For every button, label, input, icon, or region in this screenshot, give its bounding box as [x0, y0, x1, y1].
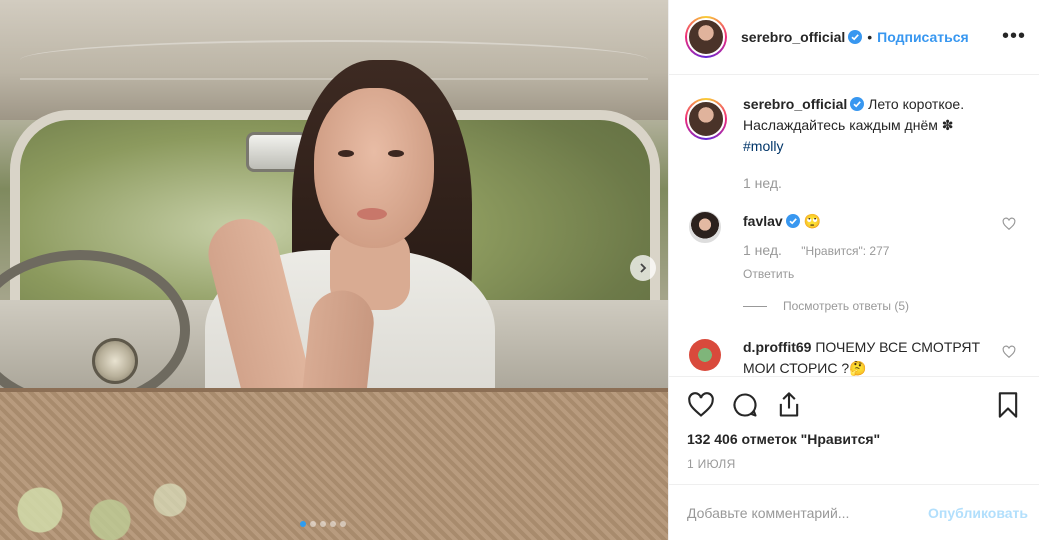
- author-avatar[interactable]: [685, 16, 727, 58]
- comment-input[interactable]: [687, 504, 929, 521]
- like-button[interactable]: [687, 391, 715, 419]
- verified-icon: [848, 30, 863, 44]
- commenter-username[interactable]: favlav: [743, 213, 783, 229]
- carousel-dot: [320, 521, 326, 527]
- comment-time[interactable]: 1 нед.: [743, 242, 782, 258]
- chevron-right-icon: [640, 263, 647, 273]
- comment-likes[interactable]: "Нравится": 277: [801, 244, 889, 258]
- more-icon[interactable]: •••: [1002, 26, 1026, 46]
- follow-button[interactable]: Подписаться: [877, 29, 969, 45]
- comment-composer: Опубликовать: [669, 484, 1039, 540]
- commenter-avatar[interactable]: [689, 339, 721, 371]
- author-avatar[interactable]: [685, 98, 727, 140]
- commenter-avatar[interactable]: [689, 211, 721, 243]
- author-username[interactable]: serebro_official: [741, 29, 845, 45]
- carousel-dot: [340, 521, 346, 527]
- commenter-username[interactable]: d.proffit69: [743, 339, 811, 355]
- comment-icon: [733, 393, 757, 417]
- reply-button[interactable]: Ответить: [743, 264, 993, 285]
- comment-item: favlav 🙄 1 нед. "Нравится": 277 Ответить: [685, 211, 1024, 285]
- comment-button[interactable]: [731, 391, 759, 419]
- share-button[interactable]: [775, 391, 803, 419]
- verified-icon: [850, 97, 865, 111]
- post-header: serebro_official • Подписаться •••: [669, 0, 1039, 75]
- carousel-dot: [330, 521, 336, 527]
- hashtag-link[interactable]: #molly: [743, 138, 783, 154]
- caption-time[interactable]: 1 нед.: [743, 175, 1024, 191]
- heart-icon: [688, 392, 714, 417]
- view-replies-label: Посмотреть ответы (5): [783, 299, 910, 313]
- post-date[interactable]: 1 ИЮЛЯ: [669, 457, 1039, 471]
- heart-icon[interactable]: [1002, 217, 1016, 231]
- post-caption: serebro_official Лето короткое. Наслажда…: [685, 96, 1024, 157]
- carousel-dot: [310, 521, 316, 527]
- dashboard-gauge: [92, 338, 138, 384]
- carousel-dots: [300, 521, 346, 527]
- verified-icon: [785, 214, 800, 228]
- woman-face: [314, 88, 434, 248]
- view-replies-button[interactable]: Посмотреть ответы (5): [743, 299, 1024, 313]
- next-slide-button[interactable]: [630, 255, 656, 281]
- post-panel: serebro_official • Подписаться ••• sereb…: [668, 0, 1039, 540]
- likes-count[interactable]: 132 406 отметок "Нравится": [669, 431, 1039, 447]
- foreground-leaves: [0, 470, 200, 540]
- save-button[interactable]: [994, 391, 1022, 419]
- share-icon: [779, 392, 799, 417]
- heart-icon[interactable]: [1002, 345, 1016, 359]
- post-photo[interactable]: [0, 0, 668, 540]
- comments-list[interactable]: serebro_official Лето короткое. Наслажда…: [669, 76, 1039, 376]
- comment-item: d.proffit69 ПОЧЕМУ ВСЕ СМОТРЯТ МОИ СТОРИ…: [685, 339, 1024, 376]
- caption-username[interactable]: serebro_official: [743, 96, 847, 112]
- carousel-dot: [300, 521, 306, 527]
- bookmark-icon: [998, 392, 1018, 418]
- publish-button[interactable]: Опубликовать: [928, 505, 1028, 521]
- comment-text: 🙄: [803, 213, 822, 229]
